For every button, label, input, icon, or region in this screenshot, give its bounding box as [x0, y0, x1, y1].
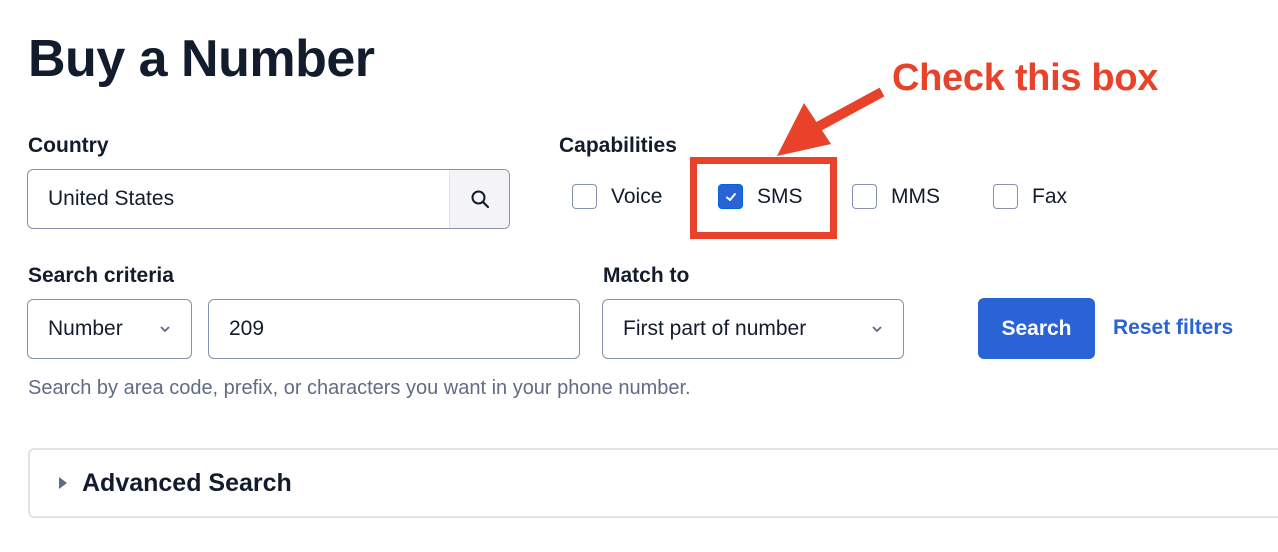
buy-number-page: Buy a Number Country United States Capab… [0, 0, 1278, 552]
capability-voice[interactable]: Voice [572, 184, 662, 209]
search-criteria-label: Search criteria [28, 264, 174, 287]
annotation-text: Check this box [892, 57, 1159, 99]
search-value-input[interactable]: 209 [208, 299, 580, 359]
search-button[interactable]: Search [978, 298, 1095, 359]
match-to-label: Match to [603, 264, 690, 287]
reset-filters-link[interactable]: Reset filters [1113, 315, 1233, 341]
voice-label: Voice [611, 184, 663, 208]
capabilities-label: Capabilities [559, 134, 677, 157]
mms-checkbox[interactable] [852, 184, 877, 209]
mms-label: MMS [891, 184, 940, 208]
advanced-search-label: Advanced Search [82, 468, 292, 497]
annotation-arrow-icon [777, 87, 885, 156]
search-icon [471, 190, 489, 209]
country-label: Country [28, 134, 109, 157]
country-combobox[interactable]: United States [27, 169, 510, 229]
country-search-button[interactable] [449, 170, 509, 228]
caret-right-icon [59, 477, 67, 489]
page-title: Buy a Number [28, 30, 375, 88]
fax-label: Fax [1032, 184, 1068, 208]
chevron-down-icon [160, 326, 170, 333]
annotation-highlight-box [690, 157, 837, 239]
chevron-down-icon [872, 326, 882, 333]
advanced-search-disclosure[interactable]: Advanced Search [28, 448, 1278, 518]
capability-fax[interactable]: Fax [993, 184, 1067, 209]
match-to-value: First part of number [623, 317, 807, 340]
fax-checkbox[interactable] [993, 184, 1018, 209]
search-type-value: Number [48, 317, 123, 340]
country-input[interactable]: United States [28, 170, 449, 228]
capability-mms[interactable]: MMS [852, 184, 940, 209]
search-type-select[interactable]: Number [27, 299, 192, 359]
match-to-select[interactable]: First part of number [602, 299, 904, 359]
voice-checkbox[interactable] [572, 184, 597, 209]
search-help-text: Search by area code, prefix, or characte… [28, 377, 691, 399]
